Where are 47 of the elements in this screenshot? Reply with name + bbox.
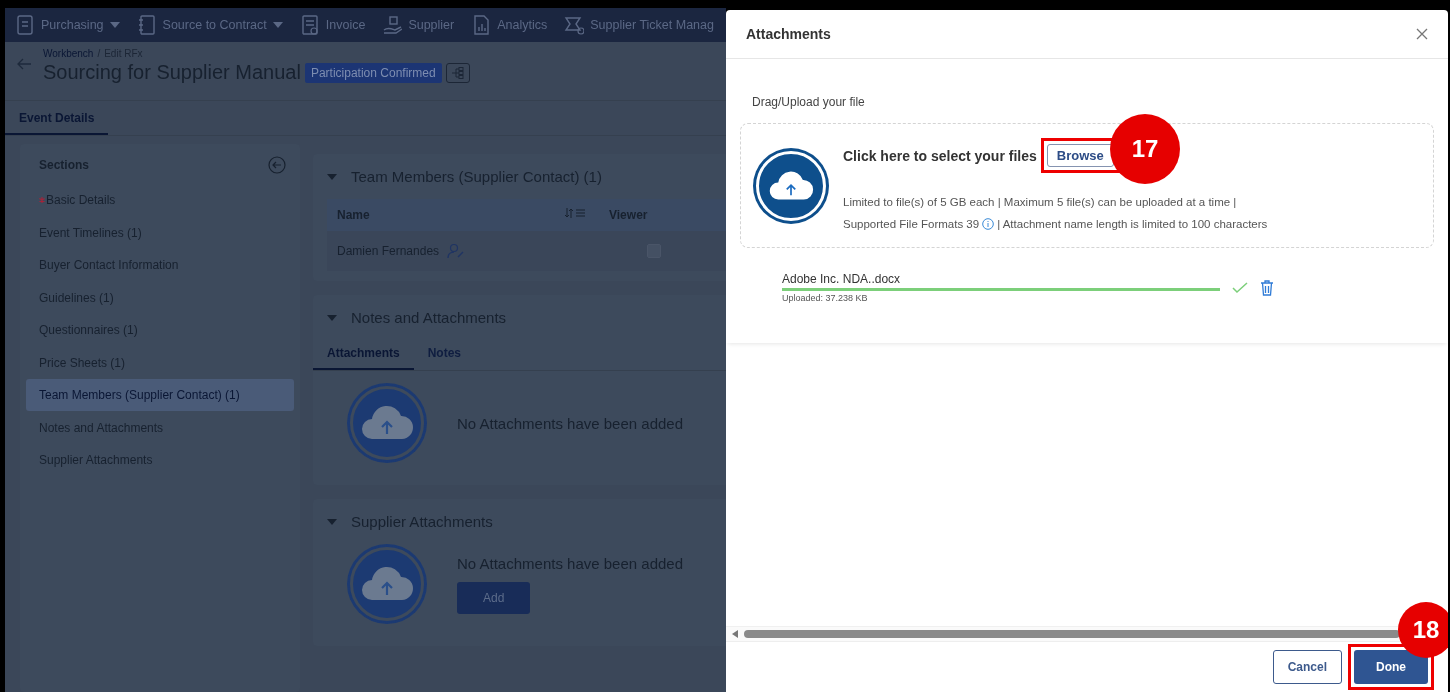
upload-label: Drag/Upload your file [751,94,866,111]
done-button[interactable]: Done [1354,650,1428,684]
nav-menu-item[interactable]: Source to Contract [162,18,267,32]
add-button[interactable]: Add [457,581,531,614]
dropdown-caret-icon [272,22,283,28]
chart-document-icon [471,14,492,36]
invoice-icon [299,14,320,36]
hierarchy-icon [450,66,465,79]
step-number-badge: 17 [1110,114,1180,184]
browse-button[interactable]: Browse [1046,144,1114,167]
upload-status: Uploaded: 37.238 KB [782,293,869,303]
nav-menu-item[interactable]: Purchasing [41,18,104,32]
person-edit-icon[interactable] [447,243,466,259]
info-icon[interactable] [982,218,995,230]
notebook-icon [136,14,157,36]
nav-menu-item[interactable]: Supplier [408,18,455,32]
collapse-caret-icon [327,314,337,321]
drawer-title: Attachments [746,26,831,42]
breadcrumb-separator: / [97,48,101,59]
dropdown-caret-icon [109,22,120,28]
nav-menu-item[interactable]: Supplier Ticket Manag [590,18,714,32]
upload-limits-text: Limited to file(s) of 5 GB each | Maximum 5 file(s) can be uploaded at a time | [843,195,1238,210]
check-icon [1232,281,1248,294]
ticket-icon [564,14,585,36]
document-icon [15,14,35,36]
section-item[interactable]: Team Members (Supplier Contact) (1) [26,379,294,411]
status-badge: Participation Confirmed [304,62,442,83]
nav-menu-item[interactable]: Analytics [497,18,548,32]
step-number-badge: 18 [1398,602,1448,658]
close-icon[interactable] [1416,28,1428,40]
required-asterisk-icon [39,197,45,203]
scroll-left-icon[interactable] [732,630,738,638]
hand-box-icon [382,14,403,36]
collapse-caret-icon [327,518,337,525]
scrollbar-thumb[interactable] [744,630,1400,638]
upload-limits-text: | Attachment name length is limited to 100 characters [997,217,1268,232]
file-name: Adobe Inc. NDA..docx [782,272,902,286]
collapse-icon[interactable] [268,156,286,174]
back-arrow-icon[interactable] [17,58,31,70]
hierarchy-button[interactable] [445,62,470,83]
collapse-caret-icon [327,173,337,180]
nav-menu-item[interactable]: Invoice [325,18,366,32]
cancel-button[interactable]: Cancel [1272,650,1342,684]
formats-text: Supported File Formats 39 [843,217,980,232]
trash-icon[interactable] [1260,279,1274,296]
sort-menu-icon[interactable] [565,208,587,218]
select-files-prompt: Click here to select your files [843,147,1037,164]
